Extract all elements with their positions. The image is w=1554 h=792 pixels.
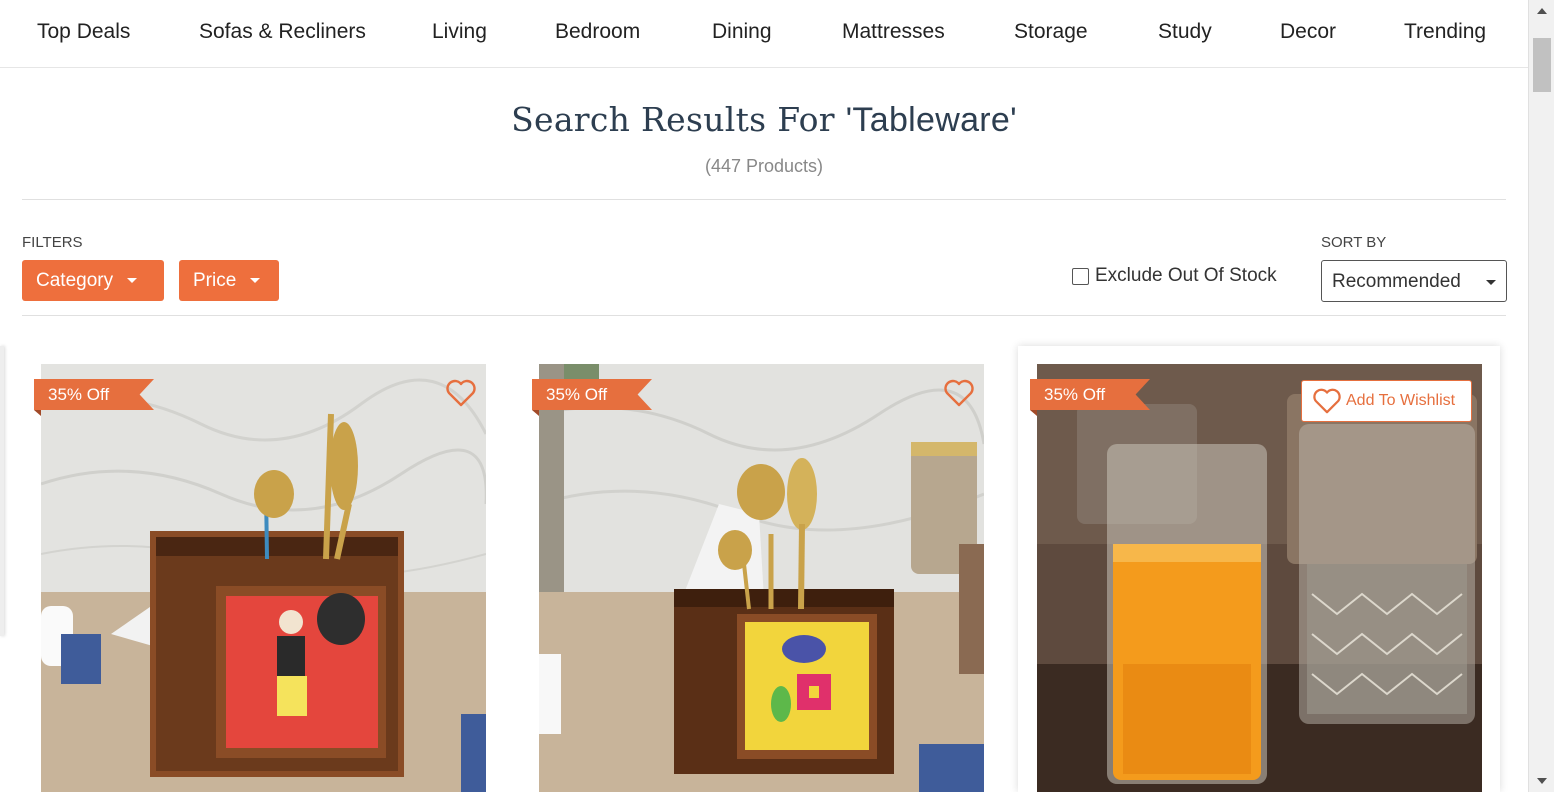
caret-down-icon [250,278,261,283]
side-panel-edge [0,346,4,636]
product-card[interactable]: 35% Off Add To Wishlist [1018,346,1500,792]
nav-item-bedroom[interactable]: Bedroom [555,20,640,44]
scrollbar-thumb[interactable] [1533,38,1551,92]
product-image[interactable] [1037,364,1482,792]
category-filter-button[interactable]: Category [22,260,164,301]
result-count: (447 Products) [704,156,824,176]
nav-item-mattresses[interactable]: Mattresses [842,20,945,44]
add-to-wishlist-button[interactable]: Add To Wishlist [1301,380,1472,422]
divider [22,199,1506,200]
product-image[interactable] [539,364,984,792]
nav-item-storage[interactable]: Storage [1014,20,1088,44]
caret-down-icon [127,278,138,283]
heart-icon [1313,388,1341,414]
nav-item-dining[interactable]: Dining [712,20,772,44]
page-title: Search Results For 'Tableware' [22,100,1506,140]
sort-by-label: SORT BY [1321,234,1387,251]
scroll-up-arrow-icon[interactable] [1537,8,1547,14]
exclude-out-of-stock-toggle[interactable]: Exclude Out Of Stock [1072,265,1277,287]
price-filter-button[interactable]: Price [179,260,279,301]
discount-badge: 35% Off [1030,379,1150,416]
discount-text: 35% Off [1044,385,1106,404]
heart-icon[interactable] [943,378,975,408]
title-prefix: Search Results For [511,100,835,139]
heart-icon[interactable] [445,378,477,408]
category-filter-label: Category [36,269,114,291]
exclude-out-of-stock-label: Exclude Out Of Stock [1095,265,1277,286]
product-card[interactable]: 35% Off [520,346,1002,792]
nav-item-sofas-recliners[interactable]: Sofas & Recliners [199,20,366,44]
sort-select[interactable]: Recommended [1321,260,1507,302]
caret-down-icon [1486,280,1496,285]
nav-item-trending[interactable]: Trending [1404,20,1486,44]
product-card[interactable]: 35% Off [22,346,504,792]
discount-text: 35% Off [48,385,110,404]
discount-text: 35% Off [546,385,608,404]
scroll-down-arrow-icon[interactable] [1537,778,1547,784]
nav-item-decor[interactable]: Decor [1280,20,1336,44]
exclude-out-of-stock-checkbox[interactable] [1072,267,1089,285]
divider [22,315,1506,316]
page-scrollbar[interactable] [1528,0,1554,792]
nav-item-living[interactable]: Living [432,20,487,44]
filters-label: FILTERS [22,234,83,251]
nav-item-top-deals[interactable]: Top Deals [37,20,130,44]
discount-badge: 35% Off [532,379,652,416]
price-filter-label: Price [193,269,237,291]
add-to-wishlist-label: Add To Wishlist [1346,392,1456,409]
sort-selected-value: Recommended [1332,271,1461,292]
top-nav: Top Deals Sofas & Recliners Living Bedro… [0,0,1528,68]
discount-badge: 35% Off [34,379,154,416]
nav-item-study[interactable]: Study [1158,20,1212,44]
product-image[interactable] [41,364,486,792]
search-query: 'Tableware' [845,101,1017,139]
